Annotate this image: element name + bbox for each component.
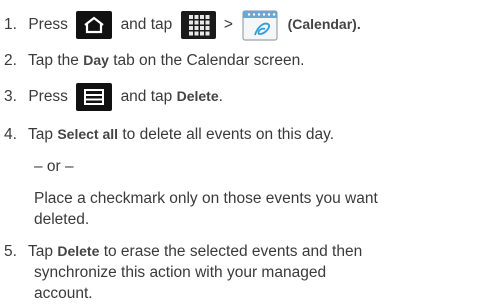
- step-text: Tap: [28, 126, 54, 143]
- step-4: 4. Tap Select all to delete all events o…: [4, 125, 479, 144]
- step-text: Tap: [28, 243, 54, 260]
- step-3: 3. Press and tap Delete.: [4, 83, 479, 111]
- step-number: 4.: [4, 126, 17, 143]
- step-5: 5. Tap Delete to erase the selected even…: [4, 242, 479, 261]
- step-text: tab on the Calendar screen.: [113, 52, 305, 69]
- step-number: 5.: [4, 243, 17, 260]
- step-text: to erase the selected events and then: [103, 243, 363, 260]
- step-text: and tap: [120, 88, 173, 106]
- instruction-list: 1. Press and tap > (Calendar). 2. Tap th…: [0, 0, 485, 307]
- step-5-continued: account.: [34, 285, 93, 302]
- calendar-icon: [241, 8, 279, 42]
- step-text: to delete all events on this day.: [122, 126, 335, 143]
- step-text: Press: [28, 88, 68, 106]
- day-tab-label: Day: [83, 52, 109, 68]
- step-text: >: [223, 16, 233, 34]
- step-5-continued: synchronize this action with your manage…: [34, 264, 327, 281]
- step-text: .: [218, 88, 223, 106]
- step-text: Tap the: [28, 52, 79, 69]
- step-number: 3.: [4, 88, 17, 106]
- delete-label: Delete: [176, 88, 219, 105]
- home-icon: [76, 11, 113, 39]
- step-text: Press: [28, 16, 68, 34]
- or-separator: – or –: [34, 158, 74, 175]
- step-text: and tap: [120, 16, 173, 34]
- delete-label: Delete: [57, 243, 100, 259]
- select-all-label: Select all: [57, 126, 119, 142]
- step-1: 1. Press and tap > (Calendar).: [4, 8, 479, 42]
- step-number: 1.: [4, 16, 17, 34]
- apps-grid-icon: [180, 11, 216, 39]
- alternative-text: deleted.: [34, 211, 90, 228]
- step-number: 2.: [4, 52, 17, 69]
- step-2: 2. Tap the Day tab on the Calendar scree…: [4, 51, 479, 70]
- menu-icon: [76, 83, 113, 111]
- alternative-text: Place a checkmark only on those events y…: [34, 190, 378, 207]
- calendar-label: (Calendar).: [287, 16, 361, 33]
